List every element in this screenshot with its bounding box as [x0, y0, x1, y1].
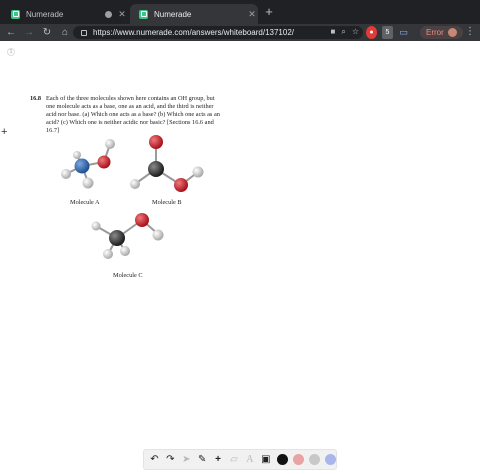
molecule-c-label: Molecule C [113, 272, 143, 279]
avatar [447, 28, 457, 37]
plus-icon[interactable]: + [212, 453, 225, 466]
profile-error-button[interactable]: Error [420, 26, 463, 39]
url-text: https://www.numerade.com/answers/whitebo… [93, 28, 294, 37]
molecule-a-label: Molecule A [70, 199, 100, 206]
tab-title: Numerade [154, 9, 192, 19]
back-arrow-icon[interactable]: ← [4, 26, 18, 40]
home-icon[interactable]: ⌂ [58, 26, 72, 40]
eraser-icon[interactable]: ▱ [228, 453, 241, 466]
redo-icon[interactable]: ↷ [164, 453, 177, 466]
close-tab-icon[interactable]: ✕ [246, 9, 258, 20]
lock-icon [81, 29, 87, 36]
problem-text: Each of the three molecules shown here c… [46, 95, 220, 134]
numerade-favicon-icon [11, 9, 20, 19]
molecule-b-label: Molecule B [152, 199, 182, 206]
extension-red-icon[interactable]: ● [366, 26, 377, 39]
page-marker: 1 [7, 48, 15, 56]
crosshair-cursor-icon: + [1, 126, 8, 138]
problem-statement: 16.8 Each of the three molecules shown h… [30, 95, 220, 135]
molecule-figure [61, 135, 204, 259]
undo-icon[interactable]: ↶ [148, 453, 161, 466]
reload-icon[interactable]: ↻ [40, 26, 54, 40]
pointer-icon[interactable]: ➤ [180, 453, 193, 466]
color-swatch-grey[interactable] [309, 454, 321, 465]
address-bar[interactable]: https://www.numerade.com/answers/whitebo… [73, 26, 363, 39]
molecule-c [91, 213, 164, 259]
browser-tab-strip: Numerade ✕ Numerade ✕ + [0, 0, 480, 24]
color-swatch-blue[interactable] [325, 454, 336, 465]
audio-indicator-icon [105, 10, 112, 18]
molecule-a [61, 139, 115, 189]
forward-arrow-icon[interactable]: → [22, 26, 36, 40]
whiteboard-toolbar: ↶ ↷ ➤ ✎ + ▱ A ▣ [143, 449, 337, 470]
tab-title: Numerade [26, 9, 64, 19]
color-swatch-black[interactable] [277, 454, 289, 465]
close-tab-icon[interactable]: ✕ [116, 9, 128, 20]
text-icon[interactable]: A [243, 453, 256, 466]
browser-tab-1[interactable]: Numerade ✕ [2, 4, 128, 24]
color-swatch-pink[interactable] [293, 454, 305, 465]
more-menu-icon[interactable]: ⋮ [465, 26, 475, 37]
browser-tab-2[interactable]: Numerade ✕ [130, 4, 258, 24]
numerade-favicon-icon [139, 9, 148, 19]
bookmark-star-icon[interactable]: ☆ [352, 27, 359, 37]
search-icon[interactable]: ⌕ [341, 27, 345, 37]
pen-icon[interactable]: ✎ [196, 453, 209, 466]
cast-icon[interactable]: ▭ [398, 26, 409, 39]
camera-icon[interactable]: ■ [331, 27, 336, 37]
error-label: Error [426, 28, 444, 37]
browser-toolbar: ← → ↻ ⌂ https://www.numerade.com/answers… [0, 24, 480, 41]
new-tab-button[interactable]: + [262, 5, 276, 19]
extension-badge[interactable]: 5 [382, 26, 393, 39]
image-icon[interactable]: ▣ [259, 453, 272, 466]
molecule-b [130, 135, 204, 192]
problem-number: 16.8 [30, 95, 42, 102]
